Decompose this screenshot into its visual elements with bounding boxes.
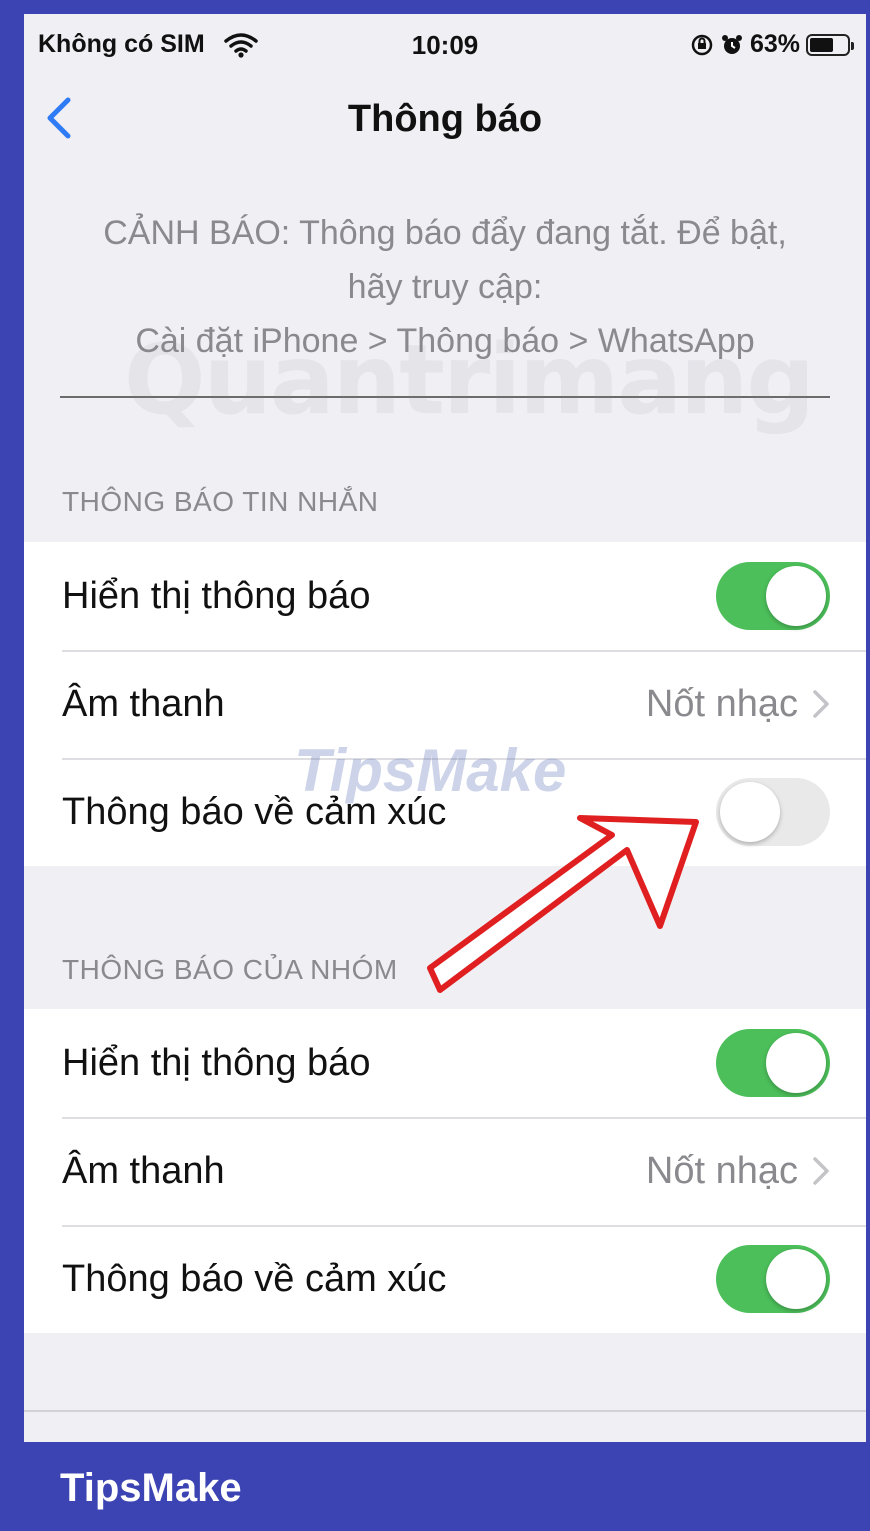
annotation-arrow	[427, 815, 699, 993]
brand-logo: TipsMake	[60, 1466, 242, 1510]
brand-footer: TipsMake	[0, 1442, 870, 1531]
